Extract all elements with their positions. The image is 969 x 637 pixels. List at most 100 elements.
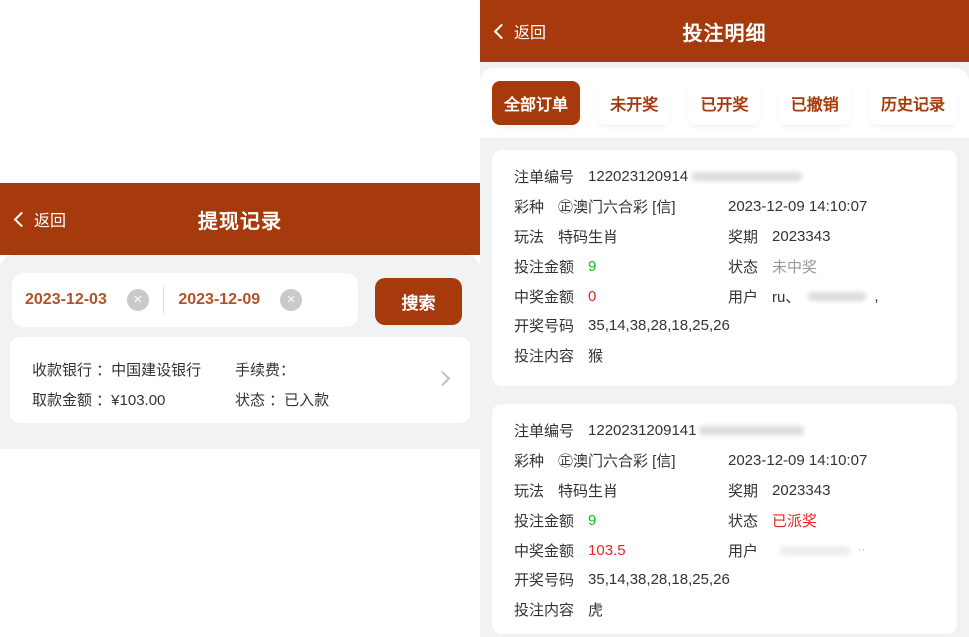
status-value: 未中奖 [772, 256, 817, 277]
back-button[interactable]: 返回 [16, 207, 66, 231]
redacted-user [808, 292, 866, 301]
status-value: 已派奖 [772, 510, 817, 531]
date-range-filter: 2023-12-03 × 2023-12-09 × [12, 273, 358, 327]
tab-drawn[interactable]: 已开奖 [688, 81, 760, 125]
back-label: 返回 [514, 19, 546, 43]
status-label: 状态 [728, 256, 758, 277]
back-button[interactable]: 返回 [496, 19, 546, 43]
bank-field: 收款银行 ：中国建设银行 [32, 359, 235, 380]
period-value: 2023343 [772, 482, 830, 499]
screenshot-stage: 提现记录 返回 2023-12-03 × 2023-12-09 × 搜索 收款银… [0, 0, 969, 637]
play-row: 玩法特码生肖 奖期 2023343 [514, 476, 937, 506]
play-label: 玩法 [514, 480, 544, 501]
lottery-value: ㊣澳门六合彩 [信] [558, 196, 676, 217]
order-no-row: 注单编号 122023120914 [514, 162, 937, 192]
win-amount-value: 103.5 [588, 542, 626, 559]
user-tail: ·· [858, 544, 865, 556]
clear-date-to-icon[interactable]: × [280, 289, 302, 311]
amount-label: 取款金额 ： [32, 392, 111, 409]
numbers-value: 35,14,38,28,18,25,26 [588, 571, 730, 588]
search-button[interactable]: 搜索 [375, 278, 462, 325]
period-label: 奖期 [728, 480, 758, 501]
redacted-order-no [699, 426, 804, 435]
user-value: ru、 [772, 286, 800, 307]
bet-details-screen: 投注明细 返回 全部订单 未开奖 已开奖 已撤销 历史记录 注单编号 12202… [480, 0, 969, 637]
win-amount-row: 中奖金额 0 用户 ru、, [514, 281, 937, 311]
record-row-1: 收款银行 ：中国建设银行 手续费： [32, 354, 420, 384]
redacted-order-no [692, 172, 802, 181]
tab-all-orders[interactable]: 全部订单 [492, 81, 580, 125]
tab-cancelled[interactable]: 已撤销 [779, 81, 851, 125]
win-amount-label: 中奖金额 [514, 286, 574, 307]
date-from-field[interactable]: 2023-12-03 [25, 291, 107, 309]
tab-not-drawn[interactable]: 未开奖 [598, 81, 670, 125]
content-row: 投注内容 猴 [514, 341, 937, 371]
lottery-value: ㊣澳门六合彩 [信] [558, 450, 676, 471]
order-card: 注单编号 122023120914 彩种㊣澳门六合彩 [信] 2023-12-0… [492, 150, 957, 386]
play-label: 玩法 [514, 226, 544, 247]
fee-label: 手续费： [235, 359, 295, 380]
back-label: 返回 [34, 207, 66, 231]
redacted-user [780, 546, 850, 555]
bet-amount-row: 投注金额 9 状态已派奖 [514, 505, 937, 535]
status-label: 状态 ： [235, 392, 284, 409]
win-amount-row: 中奖金额 103.5 用户 ·· [514, 535, 937, 565]
lottery-row: 彩种㊣澳门六合彩 [信] 2023-12-09 14:10:07 [514, 192, 937, 222]
user-tail: , [874, 288, 878, 305]
numbers-label: 开奖号码 [514, 569, 574, 590]
period-value: 2023343 [772, 228, 830, 245]
lottery-label: 彩种 [514, 196, 544, 217]
bet-content-label: 投注内容 [514, 599, 574, 620]
status-value: 已入款 [284, 392, 329, 409]
win-amount-value: 0 [588, 288, 596, 305]
period-label: 奖期 [728, 226, 758, 247]
play-value: 特码生肖 [558, 226, 618, 247]
status-label: 状态 [728, 510, 758, 531]
withdraw-records-screen: 提现记录 返回 2023-12-03 × 2023-12-09 × 搜索 收款银… [0, 0, 480, 637]
bet-amount-label: 投注金额 [514, 510, 574, 531]
bet-amount-label: 投注金额 [514, 256, 574, 277]
withdraw-record-card[interactable]: 收款银行 ：中国建设银行 手续费： 取款金额 ：¥103.00 状态 ：已入款 [10, 337, 470, 423]
bet-content-label: 投注内容 [514, 345, 574, 366]
bet-time: 2023-12-09 14:10:07 [728, 198, 867, 215]
lottery-label: 彩种 [514, 450, 544, 471]
numbers-row: 开奖号码 35,14,38,28,18,25,26 [514, 311, 937, 341]
record-row-2: 取款金额 ：¥103.00 状态 ：已入款 [32, 384, 420, 414]
order-no-label: 注单编号 [514, 166, 574, 187]
page-title: 提现记录 [0, 205, 480, 234]
user-label: 用户 [728, 286, 758, 307]
bet-header: 投注明细 返回 [480, 0, 969, 62]
chevron-left-icon [14, 211, 30, 227]
order-no-row: 注单编号 1220231209141 [514, 416, 937, 446]
date-divider [163, 287, 165, 313]
bank-label: 收款银行 ： [32, 362, 111, 379]
tab-history[interactable]: 历史记录 [869, 81, 957, 125]
bet-content-value: 虎 [588, 599, 603, 620]
amount-field: 取款金额 ：¥103.00 [32, 389, 235, 410]
play-value: 特码生肖 [558, 480, 618, 501]
numbers-label: 开奖号码 [514, 315, 574, 336]
bet-time: 2023-12-09 14:10:07 [728, 452, 867, 469]
order-no-value: 122023120914 [588, 168, 688, 185]
bet-content-value: 猴 [588, 345, 603, 366]
withdraw-header: 提现记录 返回 [0, 183, 480, 255]
play-row: 玩法特码生肖 奖期 2023343 [514, 222, 937, 252]
amount-value: ¥103.00 [111, 392, 165, 409]
status-field: 状态 ：已入款 [235, 389, 329, 410]
chevron-right-icon[interactable] [435, 371, 451, 387]
win-amount-label: 中奖金额 [514, 540, 574, 561]
order-no-value: 1220231209141 [588, 422, 696, 439]
order-no-label: 注单编号 [514, 420, 574, 441]
clear-date-from-icon[interactable]: × [127, 289, 149, 311]
bet-amount-value: 9 [588, 258, 596, 275]
date-to-field[interactable]: 2023-12-09 [178, 291, 260, 309]
bank-value: 中国建设银行 [111, 362, 201, 379]
page-title: 投注明细 [480, 17, 969, 46]
content-row: 投注内容 虎 [514, 595, 937, 625]
order-tabs: 全部订单 未开奖 已开奖 已撤销 历史记录 [480, 68, 969, 138]
bet-amount-row: 投注金额 9 状态未中奖 [514, 251, 937, 281]
user-label: 用户 [728, 540, 758, 561]
bet-amount-value: 9 [588, 512, 596, 529]
lottery-row: 彩种㊣澳门六合彩 [信] 2023-12-09 14:10:07 [514, 446, 937, 476]
numbers-row: 开奖号码 35,14,38,28,18,25,26 [514, 565, 937, 595]
